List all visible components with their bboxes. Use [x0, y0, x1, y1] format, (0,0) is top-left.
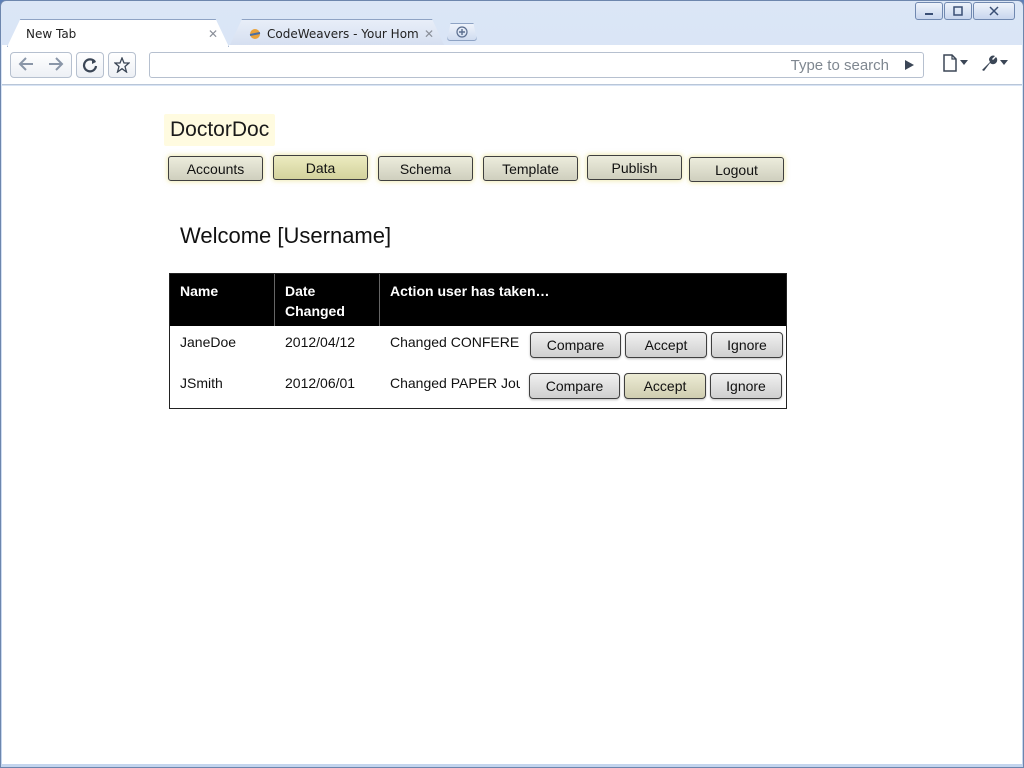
header-name: Name [170, 274, 275, 326]
chevron-down-icon [960, 60, 968, 65]
tab-title: New Tab [26, 26, 77, 41]
back-forward-group [10, 52, 72, 78]
cell-date: 2012/06/01 [285, 375, 356, 391]
address-bar[interactable] [149, 52, 924, 78]
tab-new-tab[interactable]: New Tab ✕ [7, 19, 229, 47]
welcome-heading: Welcome [Username] [180, 223, 392, 248]
address-input[interactable] [150, 53, 923, 77]
chevron-down-icon [1000, 60, 1008, 65]
menu-data-button[interactable]: Data [273, 155, 368, 180]
go-arrow-icon[interactable] [901, 57, 917, 73]
ignore-button[interactable]: Ignore [710, 373, 782, 399]
new-tab-button[interactable] [447, 23, 477, 41]
tab-codeweavers[interactable]: CodeWeavers - Your Home… ✕ [229, 19, 445, 47]
tab-close-icon[interactable]: ✕ [208, 27, 218, 41]
compare-button[interactable]: Compare [529, 373, 620, 399]
minimize-icon[interactable] [915, 2, 943, 20]
bookmark-star-icon[interactable] [108, 52, 136, 78]
forward-arrow-icon[interactable] [41, 56, 71, 75]
maximize-icon[interactable] [944, 2, 972, 20]
accept-button[interactable]: Accept [625, 332, 707, 358]
app-title: DoctorDoc [164, 114, 276, 146]
cell-name: JSmith [180, 375, 223, 391]
changes-table: Name Date Changed Action user has taken…… [169, 273, 787, 409]
row-actions: Compare Accept Ignore [529, 373, 782, 399]
cell-name: JaneDoe [180, 334, 237, 350]
page-content: DoctorDoc Accounts Data Schema Template … [2, 86, 1022, 764]
header-action: Action user has taken… [390, 283, 550, 299]
reload-icon[interactable] [76, 52, 104, 78]
header-date-changed: Date Changed [275, 274, 380, 326]
table-header: Name Date Changed Action user has taken… [170, 274, 786, 326]
plus-icon [456, 26, 468, 38]
row-actions: Compare Accept Ignore [530, 332, 783, 358]
browser-toolbar [2, 45, 1022, 85]
menu-template-button[interactable]: Template [483, 156, 578, 181]
menu-accounts-button[interactable]: Accounts [168, 156, 263, 181]
table-row: JSmith 2012/06/01 Changed PAPER Journal … [170, 367, 786, 408]
wrench-menu-icon[interactable] [980, 54, 1008, 72]
accept-button[interactable]: Accept [624, 373, 706, 399]
ignore-button[interactable]: Ignore [711, 332, 783, 358]
menu-schema-button[interactable]: Schema [378, 156, 473, 181]
nav-buttons [10, 52, 136, 78]
codeweavers-favicon-icon [248, 27, 262, 41]
window-controls [915, 2, 1015, 20]
back-arrow-icon[interactable] [11, 56, 41, 75]
page-menu-icon[interactable] [942, 54, 968, 72]
tab-title: CodeWeavers - Your Home… [267, 26, 418, 41]
close-window-icon[interactable] [973, 2, 1015, 20]
compare-button[interactable]: Compare [530, 332, 621, 358]
tab-close-icon[interactable]: ✕ [424, 27, 434, 41]
browser-window: New Tab ✕ CodeWeavers - Your Home… ✕ [0, 0, 1024, 768]
menu-publish-button[interactable]: Publish [587, 155, 682, 180]
cell-action: Changed CONFERENCE [390, 334, 520, 350]
cell-date: 2012/04/12 [285, 334, 356, 350]
tab-strip: New Tab ✕ CodeWeavers - Your Home… ✕ [7, 17, 807, 47]
toolbar-menus [942, 54, 1008, 72]
cell-action: Changed PAPER Journal [390, 375, 520, 391]
table-row: JaneDoe 2012/04/12 Changed CONFERENCE Co… [170, 326, 786, 367]
menu-logout-button[interactable]: Logout [689, 157, 784, 182]
